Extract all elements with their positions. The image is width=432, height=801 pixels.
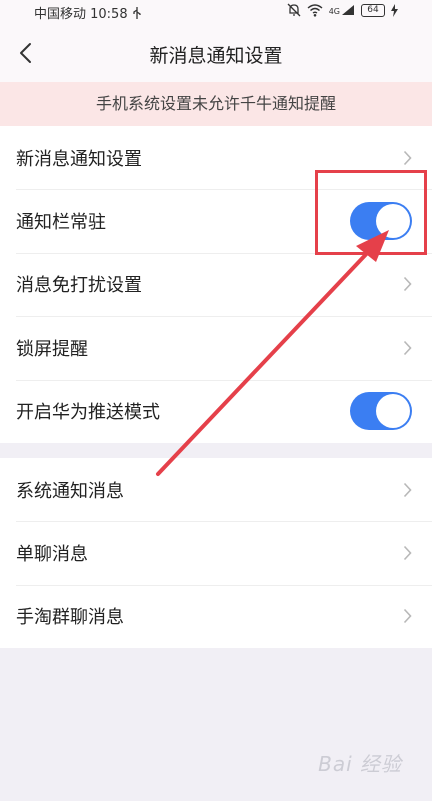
row-lock-screen-reminder[interactable]: 锁屏提醒	[0, 316, 432, 379]
header: 新消息通知设置	[0, 24, 432, 82]
wifi-icon	[307, 3, 323, 17]
page-title: 新消息通知设置	[149, 45, 283, 67]
signal-icon: 4G	[329, 4, 355, 16]
row-label: 通知栏常驻	[16, 212, 106, 234]
row-label: 开启华为推送模式	[16, 402, 160, 424]
chevron-right-icon	[403, 150, 412, 165]
row-taobao-group-chat-messages[interactable]: 手淘群聊消息	[0, 584, 432, 648]
usb-icon	[132, 6, 142, 20]
status-left: 中国移动 10:58	[34, 3, 142, 22]
row-huawei-push-mode: 开启华为推送模式	[0, 379, 432, 443]
mute-bell-icon	[287, 3, 301, 17]
chevron-right-icon	[403, 609, 412, 624]
chevron-right-icon	[403, 482, 412, 497]
chevron-right-icon	[403, 546, 412, 561]
row-private-chat-messages[interactable]: 单聊消息	[0, 521, 432, 584]
battery-level: 64	[367, 4, 379, 15]
huawei-push-toggle[interactable]	[350, 392, 412, 431]
row-do-not-disturb-settings[interactable]: 消息免打扰设置	[0, 252, 432, 316]
row-label: 手淘群聊消息	[16, 607, 124, 629]
baidu-jingyan-watermark: Bai 经验	[318, 752, 402, 776]
charging-icon	[391, 3, 398, 17]
status-bar: 中国移动 10:58 4G 64	[0, 0, 432, 24]
annotation-highlight-box	[315, 170, 427, 255]
chevron-right-icon	[403, 277, 412, 292]
row-label: 锁屏提醒	[16, 338, 88, 360]
row-system-notification-messages[interactable]: 系统通知消息	[0, 458, 432, 521]
chevron-right-icon	[403, 340, 412, 355]
row-label: 消息免打扰设置	[16, 275, 142, 297]
row-label: 系统通知消息	[16, 480, 124, 502]
settings-list-2: 系统通知消息 单聊消息 手淘群聊消息	[0, 458, 432, 649]
row-label: 新消息通知设置	[16, 148, 142, 170]
section-divider	[0, 443, 432, 458]
toggle-knob	[376, 394, 410, 429]
notification-warning-banner[interactable]: 手机系统设置未允许千牛通知提醒	[0, 82, 432, 126]
battery-icon: 64	[361, 3, 385, 17]
network-type: 4G	[328, 7, 340, 16]
status-right: 4G 64	[287, 3, 398, 17]
carrier-time: 中国移动 10:58	[34, 7, 128, 22]
row-label: 单聊消息	[16, 544, 88, 566]
